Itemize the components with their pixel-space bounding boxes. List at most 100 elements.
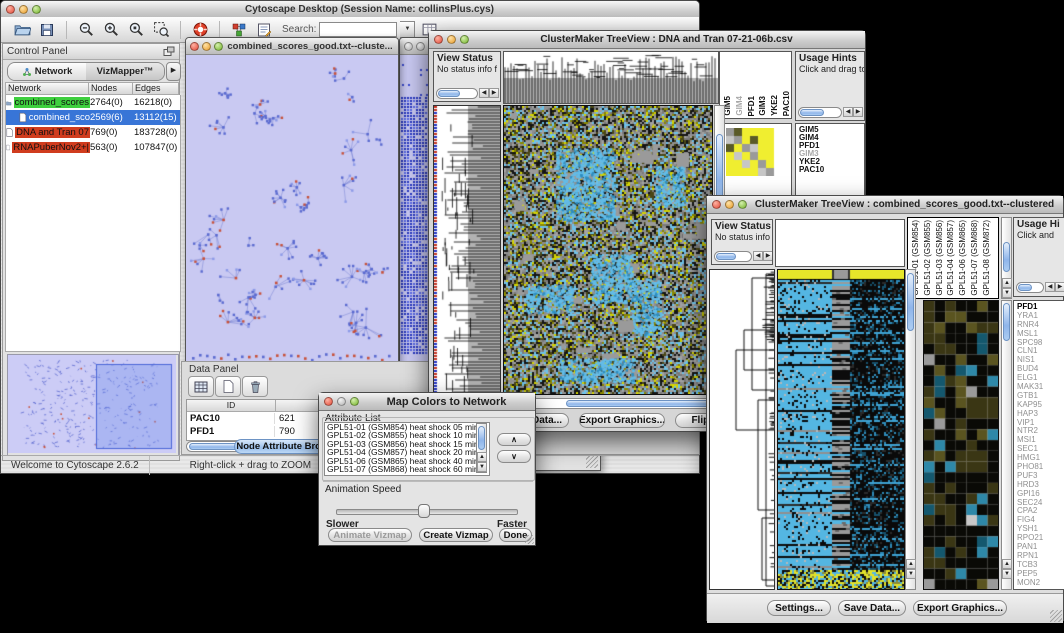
- network-overview-canvas[interactable]: [8, 355, 176, 453]
- create-vizmap-button[interactable]: Create Vizmap: [419, 528, 493, 542]
- close-icon[interactable]: [324, 397, 333, 406]
- scroll-up-icon[interactable]: ▲: [1002, 278, 1012, 288]
- scroll-right-icon[interactable]: ▶: [1055, 282, 1064, 292]
- scroll-down-icon[interactable]: ▼: [1002, 569, 1012, 579]
- zoom-window-icon[interactable]: [214, 42, 223, 51]
- delete-attribute-icon[interactable]: [242, 376, 268, 397]
- open-folder-icon[interactable]: [11, 20, 33, 40]
- column-label[interactable]: GIM4: [736, 96, 745, 116]
- zoom-fit-icon[interactable]: [125, 20, 147, 40]
- column-label[interactable]: GPL51-06 (GSM865): [959, 220, 968, 296]
- scroll-up-icon[interactable]: ▲: [1002, 559, 1012, 569]
- search-input[interactable]: [319, 22, 397, 37]
- zoom-heatmap-panel[interactable]: [923, 300, 999, 590]
- treeview1-titlebar[interactable]: ClusterMaker TreeView : DNA and Tran 07-…: [429, 31, 865, 49]
- column-label[interactable]: YKE2: [771, 95, 780, 116]
- table-row[interactable]: DNA and Tran 07 769(0) 183728(0): [6, 125, 180, 140]
- zoom-window-icon[interactable]: [738, 200, 747, 209]
- scroll-left-icon[interactable]: ◀: [1045, 282, 1055, 292]
- column-label[interactable]: GIM5: [724, 96, 733, 116]
- column-header-nodes[interactable]: Nodes: [89, 82, 133, 95]
- scroll-down-icon[interactable]: ▼: [906, 569, 916, 579]
- close-icon[interactable]: [712, 200, 721, 209]
- scroll-right-icon[interactable]: ▶: [489, 88, 499, 98]
- animation-slider-thumb[interactable]: [418, 504, 430, 518]
- scroll-right-icon[interactable]: ▶: [853, 107, 863, 117]
- scroll-down-icon[interactable]: ▼: [1002, 288, 1012, 298]
- attribute-item[interactable]: GPL51-07 (GSM868) heat shock 60 min: [325, 465, 489, 473]
- horizontal-scrollbar[interactable]: [714, 251, 752, 262]
- column-dendrogram-panel[interactable]: [775, 219, 905, 267]
- zoom-heatmap-canvas[interactable]: [924, 301, 998, 589]
- move-up-button[interactable]: ∧: [497, 433, 531, 446]
- network-overview-panel[interactable]: [7, 354, 179, 456]
- scroll-down-icon[interactable]: ▼: [477, 462, 487, 472]
- move-down-button[interactable]: ∨: [497, 450, 531, 463]
- float-panel-icon[interactable]: [163, 46, 175, 57]
- save-data-button[interactable]: Save Data...: [838, 600, 906, 616]
- select-attributes-icon[interactable]: [188, 376, 214, 397]
- attribute-list-scrollbar[interactable]: ▲ ▼: [476, 423, 487, 473]
- row-dendrogram-panel[interactable]: [433, 105, 501, 395]
- scroll-left-icon[interactable]: ◀: [843, 107, 853, 117]
- row-dendrogram-panel[interactable]: [709, 269, 775, 590]
- minimize-icon[interactable]: [202, 42, 211, 51]
- treeview-window-combined[interactable]: ClusterMaker TreeView : combined_scores_…: [706, 195, 1064, 621]
- zoom-selected-icon[interactable]: [150, 20, 172, 40]
- column-label[interactable]: GPL51-08 (GSM872): [983, 220, 992, 296]
- expression-heatmap-canvas[interactable]: [504, 106, 712, 394]
- treeview2-titlebar[interactable]: ClusterMaker TreeView : combined_scores_…: [707, 196, 1063, 214]
- zoom-window-icon[interactable]: [460, 35, 469, 44]
- zoom-vertical-scrollbar[interactable]: ▲ ▼: [1001, 300, 1012, 590]
- zoom-in-icon[interactable]: [100, 20, 122, 40]
- column-label[interactable]: GPL51-07 (GSM868): [971, 220, 980, 296]
- scroll-up-icon[interactable]: ▲: [477, 452, 487, 462]
- column-label[interactable]: GPL51-03 (GSM856): [936, 220, 945, 296]
- vertical-scrollbar[interactable]: ▲ ▼: [905, 269, 916, 590]
- close-icon[interactable]: [190, 42, 199, 51]
- row-dendrogram-canvas[interactable]: [434, 106, 500, 394]
- tab-overflow-button[interactable]: ▶: [166, 62, 181, 81]
- resize-grip[interactable]: [525, 535, 534, 544]
- horizontal-scrollbar[interactable]: [436, 88, 478, 99]
- minimize-icon[interactable]: [19, 5, 28, 14]
- table-row[interactable]: combined_scores 2764(0) 16218(0): [6, 95, 180, 110]
- main-heatmap-panel[interactable]: [503, 105, 713, 395]
- column-dendrogram-canvas[interactable]: [504, 52, 718, 103]
- export-graphics-button[interactable]: Export Graphics...: [579, 413, 665, 428]
- column-labels-scrollbar[interactable]: ▲ ▼: [1001, 217, 1012, 299]
- column-label[interactable]: GIM3: [759, 96, 768, 116]
- close-icon[interactable]: [404, 42, 413, 51]
- table-row-selected[interactable]: combined_sco 2569(6) 13112(15): [6, 110, 180, 125]
- search-dropdown-icon[interactable]: ▼: [400, 21, 415, 38]
- map-colors-dialog[interactable]: Map Colors to Network Attribute List GPL…: [318, 392, 536, 546]
- zoom-window-icon[interactable]: [350, 397, 359, 406]
- save-icon[interactable]: [36, 20, 58, 40]
- minimize-icon[interactable]: [337, 397, 346, 406]
- network-view-window[interactable]: combined_scores_good.txt--cluste...: [185, 37, 399, 365]
- minimize-icon[interactable]: [447, 35, 456, 44]
- column-label[interactable]: GPL51-02 (GSM855): [924, 220, 933, 296]
- minimize-icon[interactable]: [416, 42, 425, 51]
- animate-vizmap-button[interactable]: Animate Vizmap: [328, 528, 412, 542]
- zoom-out-icon[interactable]: [75, 20, 97, 40]
- network-canvas[interactable]: [186, 55, 398, 365]
- animation-slider[interactable]: [336, 509, 518, 515]
- dialog-titlebar[interactable]: Map Colors to Network: [319, 393, 535, 411]
- horizontal-scrollbar[interactable]: [798, 107, 842, 118]
- network-window-titlebar[interactable]: combined_scores_good.txt--cluste...: [186, 38, 398, 55]
- new-attribute-icon[interactable]: [215, 376, 241, 397]
- scroll-left-icon[interactable]: ◀: [753, 251, 763, 261]
- row-dendrogram-canvas[interactable]: [710, 270, 774, 589]
- column-header-id[interactable]: ID: [187, 400, 276, 412]
- settings-button[interactable]: Settings...: [767, 600, 831, 616]
- tab-vizmapper[interactable]: VizMapper™: [86, 63, 164, 80]
- resize-grip[interactable]: [1050, 610, 1062, 622]
- main-titlebar[interactable]: Cytoscape Desktop (Session Name: collins…: [1, 1, 699, 18]
- column-label[interactable]: GPL51-04 (GSM857): [947, 220, 956, 296]
- table-row[interactable]: RNAPuberNov2+| 563(0) 107847(0): [6, 140, 180, 155]
- row-label[interactable]: PAC10: [799, 166, 864, 174]
- main-heatmap-panel[interactable]: [777, 269, 905, 590]
- minimize-icon[interactable]: [725, 200, 734, 209]
- scroll-up-icon[interactable]: ▲: [906, 559, 916, 569]
